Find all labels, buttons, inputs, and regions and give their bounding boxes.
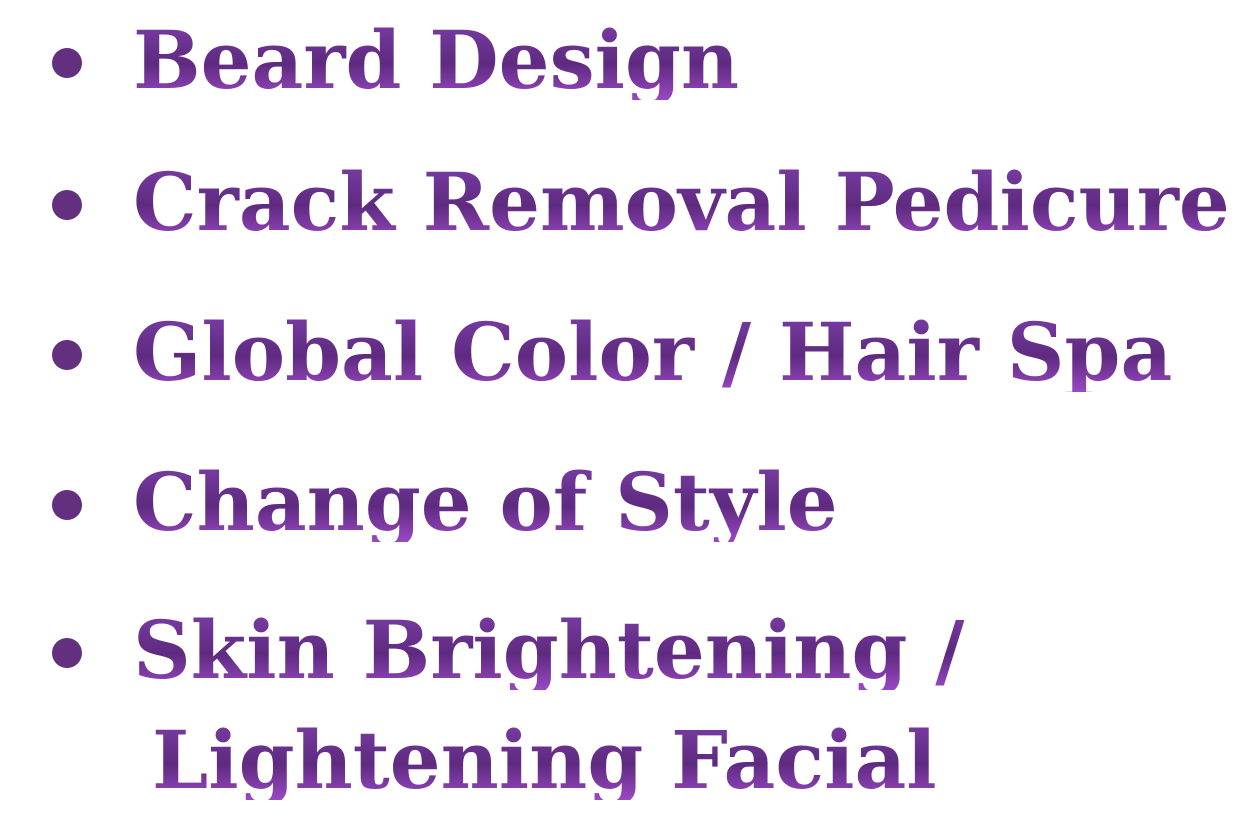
service-label: Change of Style: [133, 455, 838, 549]
bullet-icon: [52, 340, 82, 370]
bullet-icon: [52, 490, 82, 520]
bullet-icon: [52, 190, 82, 220]
service-label: Crack Removal Pedicure: [133, 155, 1230, 249]
bullet-icon: [52, 638, 82, 668]
service-label: Beard Design: [133, 13, 740, 107]
service-label-continuation: Lightening Facial: [152, 713, 937, 807]
service-label: Skin Brightening /: [133, 603, 965, 697]
service-label: Global Color / Hair Spa: [133, 305, 1173, 399]
bullet-icon: [52, 48, 82, 78]
